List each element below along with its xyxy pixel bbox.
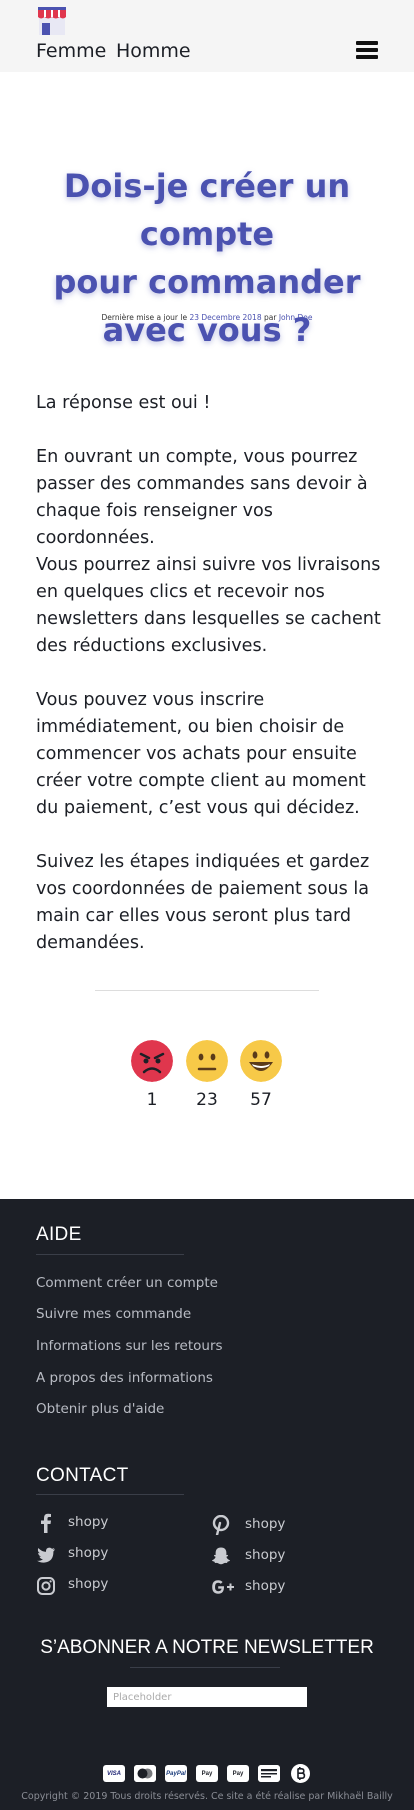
contact-instagram-label[interactable]: shopy xyxy=(68,1576,108,1592)
help-link[interactable]: Informations sur les retours xyxy=(36,1338,223,1354)
reaction-count: 57 xyxy=(250,1090,272,1110)
title-line: Dois-je créer un compte xyxy=(63,167,351,253)
help-link[interactable]: A propos des informations xyxy=(36,1370,213,1386)
contact-pinterest-label[interactable]: shopy xyxy=(245,1516,285,1532)
nav-femme-link[interactable]: Femme xyxy=(36,40,106,62)
reaction-count: 23 xyxy=(196,1090,218,1110)
site-header: Femme Homme xyxy=(0,0,414,72)
article-paragraph: Suivez les étapes indiquées et gardez vo… xyxy=(36,852,370,953)
contact-twitter-label[interactable]: shopy xyxy=(68,1545,108,1561)
article-body: La réponse est oui ! En ouvrant un compt… xyxy=(36,390,386,984)
newsletter-heading: S’ABONNER A NOTRE NEWSLETTER xyxy=(40,1637,374,1658)
article-paragraph: La réponse est oui ! xyxy=(36,393,211,413)
help-link[interactable]: Obtenir plus d'aide xyxy=(36,1401,164,1417)
article-paragraph: Vous pourrez ainsi suivre vos livraisons… xyxy=(36,555,381,656)
angry-face-icon[interactable] xyxy=(131,1040,173,1082)
bitcoin-icon xyxy=(291,1764,310,1783)
google-plus-icon[interactable] xyxy=(211,1577,237,1597)
contact-facebook-label[interactable]: shopy xyxy=(68,1514,108,1530)
snapchat-icon[interactable] xyxy=(211,1546,231,1566)
reaction-angry[interactable]: 1 xyxy=(131,1040,173,1110)
copyright-text: Copyright © 2019 Tous droits réservés. C… xyxy=(21,1791,393,1802)
nav-homme-link[interactable]: Homme xyxy=(116,40,191,62)
article-paragraph: En ouvrant un compte, vous pourrez passe… xyxy=(36,447,368,548)
newsletter-underline xyxy=(130,1667,280,1668)
reaction-neutral[interactable]: 23 xyxy=(186,1040,228,1110)
article-paragraph: Vous pouvez vous inscrire immédiatement,… xyxy=(36,690,366,818)
amazon-pay-icon: Pay xyxy=(196,1765,218,1782)
reaction-count: 1 xyxy=(146,1090,158,1110)
meta-prefix: Dernière mise a jour le xyxy=(101,313,190,322)
shop-logo-icon[interactable] xyxy=(36,6,68,36)
apple-pay-icon: Pay xyxy=(227,1765,249,1782)
newsletter-email-input[interactable] xyxy=(107,1687,307,1707)
twitter-icon[interactable] xyxy=(36,1545,56,1565)
author-link[interactable]: John Doe xyxy=(279,313,313,322)
meta-by: par xyxy=(261,313,279,322)
reaction-happy[interactable]: 57 xyxy=(240,1040,282,1110)
update-date-link[interactable]: 23 Decembre 2018 xyxy=(189,313,261,322)
visa-icon: VISA xyxy=(103,1765,125,1782)
help-underline xyxy=(36,1254,184,1255)
facebook-icon[interactable] xyxy=(36,1513,56,1533)
help-link[interactable]: Suivre mes commande xyxy=(36,1306,191,1322)
help-link[interactable]: Comment créer un compte xyxy=(36,1275,218,1291)
title-line: pour commander xyxy=(53,263,361,301)
pinterest-icon[interactable] xyxy=(211,1515,231,1535)
divider xyxy=(95,990,319,991)
neutral-face-icon[interactable] xyxy=(186,1040,228,1082)
page-title: Dois-je créer un compte pour commander a… xyxy=(0,162,414,354)
contact-snapchat-label[interactable]: shopy xyxy=(245,1547,285,1563)
instagram-icon[interactable] xyxy=(36,1576,56,1596)
help-heading: AIDE xyxy=(36,1224,82,1245)
paypal-icon: PayPal xyxy=(165,1765,187,1782)
bank-card-icon xyxy=(258,1765,280,1782)
article-meta: Dernière mise a jour le 23 Decembre 2018… xyxy=(0,313,414,322)
contact-underline xyxy=(36,1494,184,1495)
contact-google-plus-label[interactable]: shopy xyxy=(245,1578,285,1594)
menu-icon[interactable] xyxy=(356,41,378,59)
mastercard-icon xyxy=(134,1765,156,1782)
happy-face-icon[interactable] xyxy=(240,1040,282,1082)
contact-heading: CONTACT xyxy=(36,1465,129,1486)
